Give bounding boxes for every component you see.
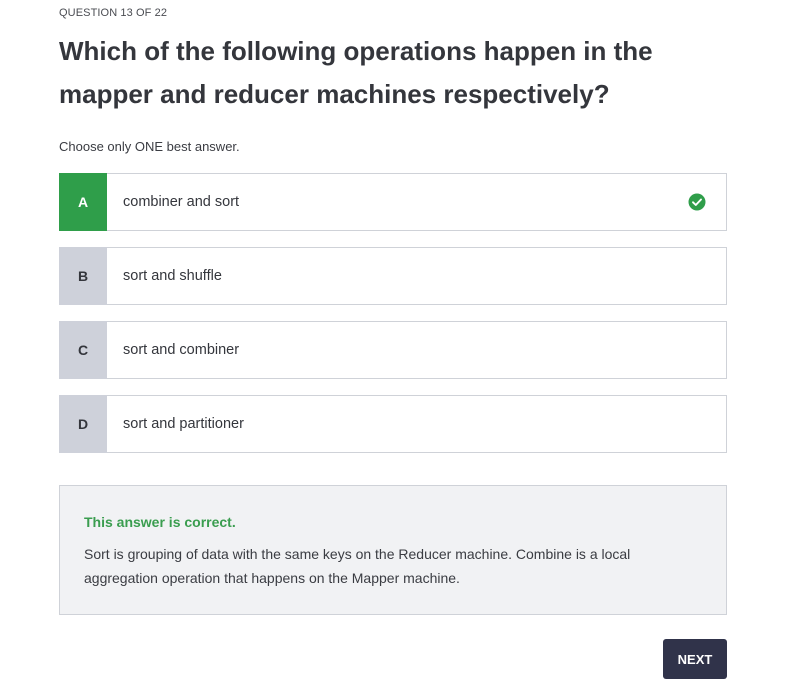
option-text: sort and partitioner bbox=[123, 416, 244, 432]
answer-instruction: Choose only ONE best answer. bbox=[59, 139, 240, 154]
option-text: combiner and sort bbox=[123, 194, 240, 210]
option-letter: A bbox=[59, 173, 107, 231]
question-counter: QUESTION 13 OF 22 bbox=[59, 7, 168, 19]
option-d[interactable]: D sort and partitioner bbox=[59, 395, 727, 453]
option-text: sort and shuffle bbox=[123, 268, 222, 284]
option-text: sort and combiner bbox=[123, 342, 240, 358]
feedback-explanation: Sort is grouping of data with the same k… bbox=[84, 546, 631, 586]
option-letter: C bbox=[59, 321, 107, 379]
option-b[interactable]: B sort and shuffle bbox=[59, 247, 727, 305]
next-button[interactable]: NEXT bbox=[663, 639, 727, 679]
option-letter: B bbox=[59, 247, 107, 305]
answer-options: A combiner and sort B sort and shuffle C… bbox=[59, 173, 727, 469]
check-circle-icon bbox=[688, 193, 706, 211]
option-letter: D bbox=[59, 395, 107, 453]
option-c[interactable]: C sort and combiner bbox=[59, 321, 727, 379]
question-title: Which of the following operations happen… bbox=[59, 36, 653, 109]
feedback-status: This answer is correct. bbox=[84, 514, 236, 530]
option-a[interactable]: A combiner and sort bbox=[59, 173, 727, 231]
answer-feedback-panel: This answer is correct. Sort is grouping… bbox=[59, 485, 727, 615]
